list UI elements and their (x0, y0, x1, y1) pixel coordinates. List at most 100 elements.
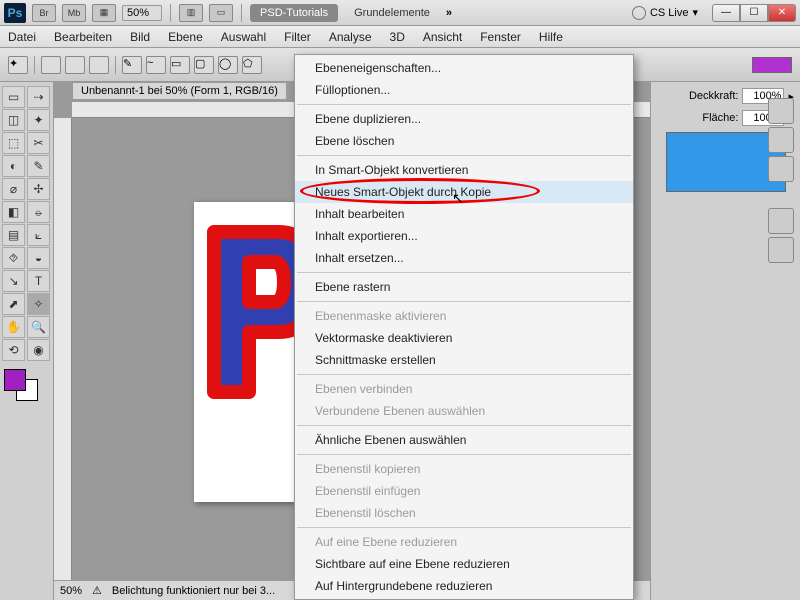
menubar: Datei Bearbeiten Bild Ebene Auswahl Filt… (0, 26, 800, 48)
rect-icon[interactable]: ▭ (170, 56, 190, 74)
context-menu-item: Ebenenmaske aktivieren (295, 305, 633, 327)
opacity-label: Deckkraft: (689, 90, 739, 102)
context-menu-item[interactable]: Inhalt ersetzen... (295, 247, 633, 269)
cslive-button[interactable]: CS Live ▾ (632, 6, 698, 20)
workspace-tab-tutorials[interactable]: PSD-Tutorials (250, 4, 338, 22)
context-menu-separator (297, 155, 631, 156)
tool-slot-3[interactable]: ✦ (27, 109, 50, 131)
tool-slot-1[interactable]: ⇢ (27, 86, 50, 108)
tool-slot-6[interactable]: ◐ (2, 155, 25, 177)
tool-slot-22[interactable]: ⟲ (2, 339, 25, 361)
panel-dock (768, 82, 798, 263)
context-menu-item[interactable]: Neues Smart-Objekt durch Kopie (295, 181, 633, 203)
menu-ansicht[interactable]: Ansicht (423, 30, 462, 44)
menu-analyse[interactable]: Analyse (329, 30, 372, 44)
freeform-icon[interactable]: ~ (146, 56, 166, 74)
dock-actions-icon[interactable] (768, 237, 794, 263)
menu-filter[interactable]: Filter (284, 30, 311, 44)
context-menu-separator (297, 301, 631, 302)
tool-slot-0[interactable]: ▭ (2, 86, 25, 108)
tool-slot-20[interactable]: ✋ (2, 316, 25, 338)
context-menu-item[interactable]: Ebene duplizieren... (295, 108, 633, 130)
minimize-button[interactable]: — (712, 4, 740, 22)
screen-mode-icon[interactable]: ▭ (209, 4, 233, 22)
context-menu-item[interactable]: Ebene rastern (295, 276, 633, 298)
menu-ebene[interactable]: Ebene (168, 30, 203, 44)
context-menu-item[interactable]: In Smart-Objekt konvertieren (295, 159, 633, 181)
tool-slot-7[interactable]: ✎ (27, 155, 50, 177)
menu-bild[interactable]: Bild (130, 30, 150, 44)
tool-slot-9[interactable]: ✢ (27, 178, 50, 200)
context-menu-item[interactable]: Schnittmaske erstellen (295, 349, 633, 371)
cslive-label: CS Live (650, 7, 689, 19)
ruler-vertical[interactable] (54, 118, 72, 580)
shape-layers-icon[interactable] (41, 56, 61, 74)
context-menu-separator (297, 272, 631, 273)
menu-3d[interactable]: 3D (390, 30, 405, 44)
context-menu-separator (297, 425, 631, 426)
tool-slot-18[interactable]: ⬈ (2, 293, 25, 315)
tool-slot-4[interactable]: ⬚ (2, 132, 25, 154)
tool-slot-5[interactable]: ✂ (27, 132, 50, 154)
tool-slot-12[interactable]: ▤ (2, 224, 25, 246)
context-menu-item[interactable]: Inhalt bearbeiten (295, 203, 633, 225)
zoom-level-select[interactable]: 50% (122, 5, 162, 21)
dock-layers-icon[interactable] (768, 98, 794, 124)
document-tab[interactable]: Unbenannt-1 bei 50% (Form 1, RGB/16) (72, 82, 287, 100)
chevron-down-icon: ▾ (692, 6, 698, 19)
tool-preset-icon[interactable]: ✦ (8, 56, 28, 74)
polygon-icon[interactable]: ⬠ (242, 56, 262, 74)
paths-icon[interactable] (65, 56, 85, 74)
context-menu-item[interactable]: Ebeneneigenschaften... (295, 57, 633, 79)
tool-slot-11[interactable]: ⦵ (27, 201, 50, 223)
tool-slot-21[interactable]: 🔍 (27, 316, 50, 338)
context-menu-item[interactable]: Auf Hintergrundebene reduzieren (295, 575, 633, 597)
status-zoom[interactable]: 50% (60, 585, 82, 597)
context-menu-separator (297, 104, 631, 105)
context-menu-item[interactable]: Sichtbare auf eine Ebene reduzieren (295, 553, 633, 575)
tool-slot-15[interactable]: ◒ (27, 247, 50, 269)
arrange-docs-icon[interactable]: ▥ (179, 4, 203, 22)
dock-masks-icon[interactable] (768, 156, 794, 182)
maximize-button[interactable]: ☐ (740, 4, 768, 22)
close-button[interactable]: ✕ (768, 4, 796, 22)
foreground-color-swatch[interactable] (4, 369, 26, 391)
tool-slot-10[interactable]: ◧ (2, 201, 25, 223)
titlebar: Ps Br Mb ▦ 50% ▥ ▭ PSD-Tutorials Grundel… (0, 0, 800, 26)
menu-fenster[interactable]: Fenster (480, 30, 521, 44)
workspace-more-icon[interactable]: » (446, 7, 452, 19)
tool-slot-16[interactable]: ↘ (2, 270, 25, 292)
context-menu-item[interactable]: Fülloptionen... (295, 79, 633, 101)
menu-datei[interactable]: Datei (8, 30, 36, 44)
context-menu-item[interactable]: Ähnliche Ebenen auswählen (295, 429, 633, 451)
bridge-icon[interactable]: Br (32, 4, 56, 22)
color-swatches[interactable] (2, 369, 42, 403)
color-swatch[interactable] (752, 57, 792, 73)
dock-history-icon[interactable] (768, 208, 794, 234)
dock-adjustments-icon[interactable] (768, 127, 794, 153)
layer-context-menu: Ebeneneigenschaften...Fülloptionen... Ebe… (294, 54, 634, 600)
context-menu-item: Auf eine Ebene reduzieren (295, 531, 633, 553)
roundrect-icon[interactable]: ▢ (194, 56, 214, 74)
context-menu-item[interactable]: Vektormaske deaktivieren (295, 327, 633, 349)
tool-slot-23[interactable]: ◉ (27, 339, 50, 361)
workspace-tab-grundelemente[interactable]: Grundelemente (344, 4, 440, 22)
tool-slot-8[interactable]: ⌀ (2, 178, 25, 200)
status-hint: Belichtung funktioniert nur bei 3... (112, 585, 275, 597)
tool-slot-14[interactable]: ⯑ (2, 247, 25, 269)
context-menu-item[interactable]: Ebene löschen (295, 130, 633, 152)
context-menu-item[interactable]: Inhalt exportieren... (295, 225, 633, 247)
tool-slot-13[interactable]: ⟀ (27, 224, 50, 246)
minibridge-icon[interactable]: Mb (62, 4, 86, 22)
view-extras-icon[interactable]: ▦ (92, 4, 116, 22)
menu-hilfe[interactable]: Hilfe (539, 30, 563, 44)
menu-auswahl[interactable]: Auswahl (221, 30, 266, 44)
ellipse-icon[interactable]: ◯ (218, 56, 238, 74)
menu-bearbeiten[interactable]: Bearbeiten (54, 30, 112, 44)
tool-slot-2[interactable]: ◫ (2, 109, 25, 131)
context-menu-item: Ebenenstil einfügen (295, 480, 633, 502)
fill-pixels-icon[interactable] (89, 56, 109, 74)
tool-slot-17[interactable]: T (27, 270, 50, 292)
tool-slot-19[interactable]: ✧ (27, 293, 50, 315)
pen-icon[interactable]: ✎ (122, 56, 142, 74)
